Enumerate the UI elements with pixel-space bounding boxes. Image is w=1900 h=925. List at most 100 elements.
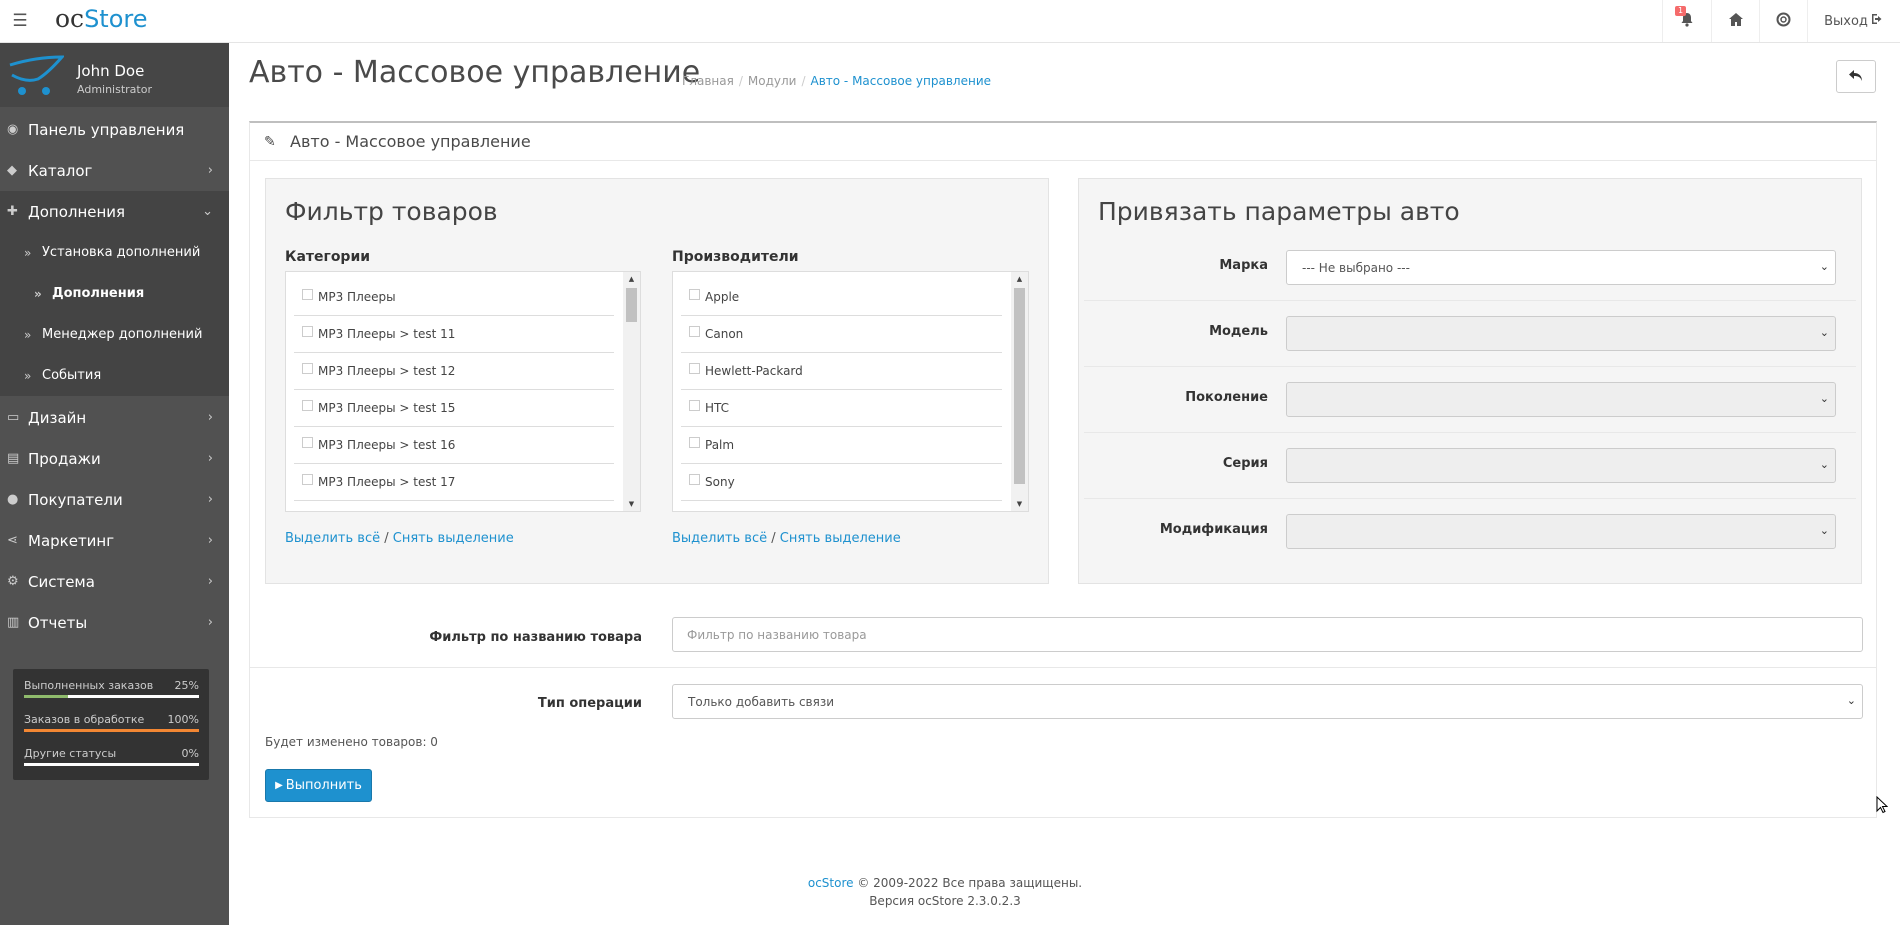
category-item[interactable]: MP3 Плееры > test 17 xyxy=(294,464,614,501)
select-all-manufacturers-link[interactable]: Выделить всё xyxy=(672,531,767,546)
categories-scrollbar[interactable]: ▲ ▼ xyxy=(623,272,640,511)
nav-sales[interactable]: ▤ Продажи › xyxy=(0,438,229,479)
nav-catalog[interactable]: ◆ Каталог › xyxy=(0,150,229,191)
operation-type-select[interactable]: Только добавить связи ⌄ xyxy=(672,684,1863,719)
name-filter-input[interactable] xyxy=(673,618,1862,651)
main-panel: ✎ Авто - Массовое управление Фильтр това… xyxy=(249,121,1877,818)
panel-heading: ✎ Авто - Массовое управление xyxy=(250,123,1876,161)
checkbox[interactable] xyxy=(302,473,313,485)
series-select[interactable]: ⌄ xyxy=(1286,448,1836,483)
stat-completed: Выполненных заказов 25% xyxy=(24,679,199,698)
nav-label: Система xyxy=(28,572,95,591)
manufacturers-list[interactable]: Apple Canon Hewlett-Packard HTC Palm Son… xyxy=(672,271,1029,512)
modification-select[interactable]: ⌄ xyxy=(1286,514,1836,549)
checkbox[interactable] xyxy=(689,473,700,485)
car-params-form: Марка --- Не выбрано --- ⌄ Модель ⌄ Покол… xyxy=(1084,235,1856,575)
category-item[interactable]: MP3 Плееры > test 12 xyxy=(294,353,614,390)
notifications-button[interactable]: 1 xyxy=(1662,0,1711,42)
checkbox[interactable] xyxy=(302,325,313,337)
logo-text-main: oc xyxy=(55,4,85,33)
stat-value: 100% xyxy=(167,713,199,726)
nav-marketing[interactable]: ⋖ Маркетинг › xyxy=(0,520,229,561)
manufacturer-item[interactable]: Palm xyxy=(681,427,1002,464)
scroll-thumb[interactable] xyxy=(1014,288,1025,484)
select-all-categories-link[interactable]: Выделить всё xyxy=(285,531,380,546)
manufacturers-scrollbar[interactable]: ▲ ▼ xyxy=(1011,272,1028,511)
nav-label: Продажи xyxy=(28,449,101,468)
top-header: ☰ ocStore 1 Выход xyxy=(0,0,1900,43)
scroll-up-icon[interactable]: ▲ xyxy=(623,275,640,283)
stat-progress-bar xyxy=(24,729,199,732)
nav-customers[interactable]: ● Покупатели › xyxy=(0,479,229,520)
user-profile[interactable]: John Doe Administrator xyxy=(0,43,229,107)
help-button[interactable] xyxy=(1759,0,1807,42)
nav-extensions[interactable]: ✚ Дополнения ⌄ xyxy=(0,191,229,232)
category-item[interactable]: MP3 Плееры xyxy=(294,279,614,316)
breadcrumb-home[interactable]: Главная xyxy=(682,74,734,88)
checkbox[interactable] xyxy=(302,288,313,300)
manufacturer-item[interactable]: Sony xyxy=(681,464,1002,501)
panel-title: Авто - Массовое управление xyxy=(290,132,531,151)
checkbox[interactable] xyxy=(302,362,313,374)
deselect-categories-link[interactable]: Снять выделение xyxy=(393,531,514,546)
generation-label: Поколение xyxy=(1185,390,1268,405)
model-label: Модель xyxy=(1209,324,1268,339)
manufacturer-item[interactable]: Apple xyxy=(681,279,1002,316)
execute-button[interactable]: ▶ Выполнить xyxy=(265,769,372,802)
checkbox[interactable] xyxy=(302,399,313,411)
checkbox[interactable] xyxy=(689,436,700,448)
manufacturer-item[interactable]: Hewlett-Packard xyxy=(681,353,1002,390)
brand-select[interactable]: --- Не выбрано --- ⌄ xyxy=(1286,250,1836,285)
breadcrumb-modules[interactable]: Модули xyxy=(748,74,797,88)
checkbox[interactable] xyxy=(689,288,700,300)
chevron-down-icon: ⌄ xyxy=(1819,458,1829,471)
subnav-label: Менеджер дополнений xyxy=(42,327,203,342)
checkbox[interactable] xyxy=(689,362,700,374)
subnav-events[interactable]: » События xyxy=(0,355,229,396)
nav-dashboard[interactable]: ◉ Панель управления xyxy=(0,109,229,150)
category-item[interactable]: MP3 Плееры > test 15 xyxy=(294,390,614,427)
breadcrumb-current[interactable]: Авто - Массовое управление xyxy=(811,74,992,88)
stat-label: Заказов в обработке xyxy=(24,713,145,726)
model-select[interactable]: ⌄ xyxy=(1286,316,1836,351)
chevron-right-icon: › xyxy=(207,451,213,466)
home-button[interactable] xyxy=(1711,0,1759,42)
nav-label: Каталог xyxy=(28,161,93,180)
checkbox[interactable] xyxy=(689,399,700,411)
deselect-manufacturers-link[interactable]: Снять выделение xyxy=(780,531,901,546)
manufacturer-item[interactable]: Canon xyxy=(681,316,1002,353)
categories-list[interactable]: MP3 Плееры MP3 Плееры > test 11 MP3 Плее… xyxy=(285,271,641,512)
subnav-install[interactable]: » Установка дополнений xyxy=(0,232,229,273)
nav-system[interactable]: ⚙ Система › xyxy=(0,561,229,602)
nav-label: Отчеты xyxy=(28,613,88,632)
logout-button[interactable]: Выход xyxy=(1807,0,1900,42)
back-button[interactable] xyxy=(1836,60,1876,93)
bar-chart-icon: ▥ xyxy=(7,615,20,630)
scroll-down-icon[interactable]: ▼ xyxy=(623,500,640,508)
checkbox[interactable] xyxy=(302,436,313,448)
nav-design[interactable]: ▭ Дизайн › xyxy=(0,397,229,438)
manufacturer-item[interactable]: HTC xyxy=(681,390,1002,427)
scroll-thumb[interactable] xyxy=(626,288,637,322)
category-item[interactable]: MP3 Плееры > test 16 xyxy=(294,427,614,464)
name-filter-field[interactable] xyxy=(672,617,1863,652)
nav-label: Покупатели xyxy=(28,490,123,509)
footer-link[interactable]: ocStore xyxy=(808,876,854,890)
menu-toggle-button[interactable]: ☰ xyxy=(0,0,40,42)
sidebar: John Doe Administrator ◉ Панель управлени… xyxy=(0,43,229,925)
stat-processing: Заказов в обработке 100% xyxy=(24,713,199,732)
checkbox[interactable] xyxy=(689,325,700,337)
brand-label: Марка xyxy=(1219,258,1268,273)
scroll-down-icon[interactable]: ▼ xyxy=(1011,500,1028,508)
subnav-extensions[interactable]: » Дополнения xyxy=(0,273,229,314)
chevron-right-icon: › xyxy=(207,615,213,630)
manufacturers-label: Производители xyxy=(672,249,799,265)
nav-reports[interactable]: ▥ Отчеты › xyxy=(0,602,229,643)
manufacturers-selection-links: Выделить всё / Снять выделение xyxy=(672,531,901,546)
category-item[interactable]: MP3 Плееры > test 11 xyxy=(294,316,614,353)
car-field-row: Поколение ⌄ xyxy=(1084,367,1856,433)
generation-select[interactable]: ⌄ xyxy=(1286,382,1836,417)
logo[interactable]: ocStore xyxy=(55,4,148,33)
scroll-up-icon[interactable]: ▲ xyxy=(1011,275,1028,283)
subnav-modifications[interactable]: » Менеджер дополнений xyxy=(0,314,229,355)
